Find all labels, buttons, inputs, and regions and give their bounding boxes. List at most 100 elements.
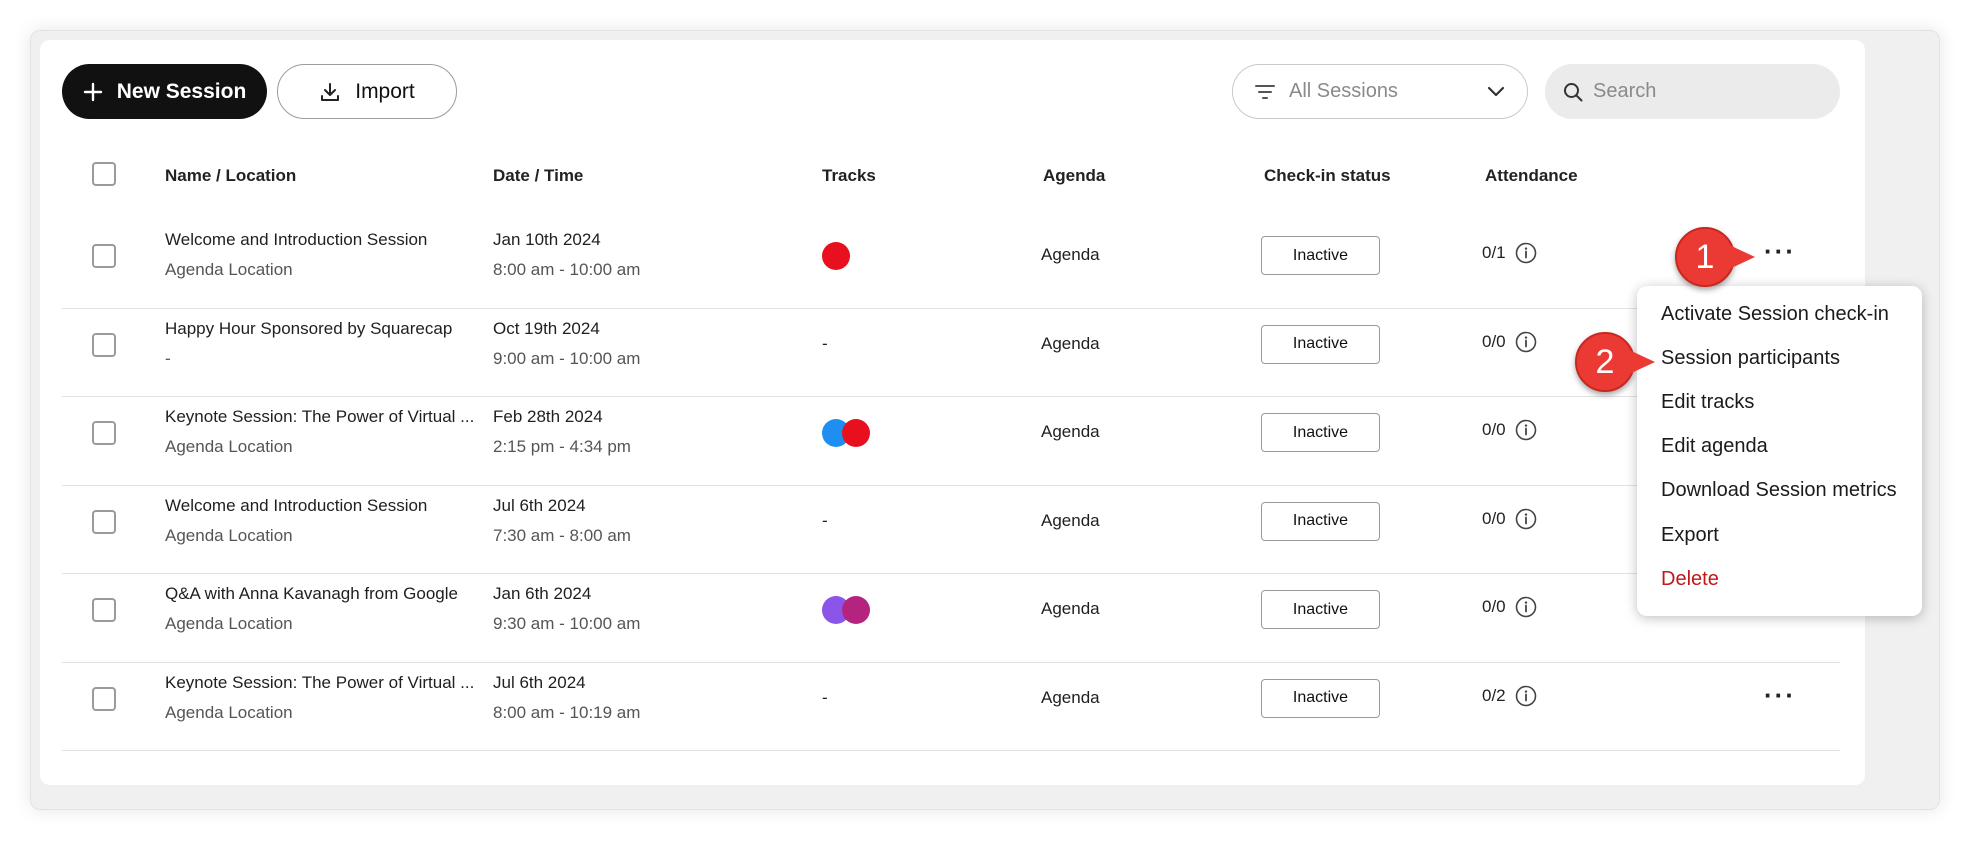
session-date: Jul 6th 2024: [493, 495, 586, 515]
session-name[interactable]: Keynote Session: The Power of Virtual ..…: [165, 673, 474, 693]
session-time: 9:00 am - 10:00 am: [493, 348, 641, 368]
info-icon[interactable]: [1515, 331, 1537, 353]
agenda-link[interactable]: Agenda: [1041, 334, 1100, 354]
row-divider: [62, 484, 1840, 486]
session-name[interactable]: Q&A with Anna Kavanagh from Google: [165, 584, 458, 604]
session-time: 8:00 am - 10:00 am: [493, 260, 641, 279]
session-time: 2:15 pm - 4:34 pm: [493, 437, 631, 456]
track-dot: [842, 596, 870, 624]
info-icon[interactable]: [1515, 685, 1537, 707]
filter-icon: [1255, 84, 1275, 99]
info-icon[interactable]: [1515, 596, 1537, 618]
column-header-checkin[interactable]: Check-in status: [1264, 166, 1391, 186]
attendance: 0/0: [1482, 596, 1537, 618]
agenda-link[interactable]: Agenda: [1041, 245, 1100, 265]
menu-item-export[interactable]: Export: [1661, 524, 1719, 547]
checkin-status-button[interactable]: Inactive: [1261, 590, 1380, 629]
select-all-checkbox[interactable]: [92, 162, 116, 186]
info-icon[interactable]: [1515, 242, 1537, 264]
info-icon[interactable]: [1515, 508, 1537, 530]
session-date: Jul 6th 2024: [493, 672, 586, 692]
download-icon: [321, 82, 340, 101]
attendance-count: 0/1: [1482, 243, 1506, 262]
column-header-attendance[interactable]: Attendance: [1485, 166, 1578, 186]
agenda-link[interactable]: Agenda: [1041, 688, 1100, 708]
row-checkbox[interactable]: [92, 244, 116, 268]
session-location: -: [165, 348, 171, 368]
search-input[interactable]: Search: [1545, 64, 1840, 119]
menu-item-edit-tracks[interactable]: Edit tracks: [1661, 391, 1754, 414]
new-session-label: New Session: [116, 79, 247, 103]
attendance-count: 0/0: [1482, 331, 1506, 351]
filter-value: All Sessions: [1289, 80, 1398, 102]
menu-item-activate-checkin[interactable]: Activate Session check-in: [1661, 303, 1889, 326]
row-checkbox[interactable]: [92, 686, 116, 711]
attendance: 0/0: [1482, 331, 1537, 353]
checkin-status-button[interactable]: Inactive: [1261, 413, 1380, 452]
session-time: 9:30 am - 10:00 am: [493, 614, 641, 633]
tracks-empty: -: [822, 510, 828, 530]
menu-item-session-participants[interactable]: Session participants: [1661, 347, 1840, 370]
session-location: Agenda Location: [165, 437, 293, 456]
row-checkbox[interactable]: [92, 509, 116, 534]
info-icon[interactable]: [1515, 419, 1537, 441]
attendance: 0/0: [1482, 508, 1537, 530]
import-button[interactable]: Import: [277, 64, 457, 119]
attendance: 0/1: [1482, 242, 1537, 264]
session-date: Jan 10th 2024: [493, 230, 601, 249]
attendance: 0/2: [1482, 685, 1537, 707]
row-checkbox[interactable]: [92, 332, 116, 357]
session-date: Feb 28th 2024: [493, 407, 603, 426]
attendance-count: 0/2: [1482, 685, 1506, 705]
menu-item-download-metrics[interactable]: Download Session metrics: [1661, 479, 1897, 502]
search-placeholder: Search: [1593, 80, 1657, 102]
row-checkbox[interactable]: [92, 598, 116, 622]
column-header-agenda[interactable]: Agenda: [1043, 166, 1105, 186]
callout-badge: 2: [1575, 332, 1655, 392]
agenda-link[interactable]: Agenda: [1041, 422, 1100, 442]
agenda-link[interactable]: Agenda: [1041, 511, 1100, 531]
new-session-button[interactable]: New Session: [62, 64, 267, 119]
callout-badge: 1: [1675, 227, 1755, 287]
menu-item-edit-agenda[interactable]: Edit agenda: [1661, 435, 1768, 458]
row-divider: [62, 573, 1840, 574]
attendance-count: 0/0: [1482, 597, 1506, 616]
search-icon: [1564, 82, 1583, 101]
session-time: 7:30 am - 8:00 am: [493, 525, 631, 545]
column-header-date[interactable]: Date / Time: [493, 166, 583, 186]
menu-item-delete[interactable]: Delete: [1661, 568, 1719, 591]
row-divider: [62, 396, 1840, 397]
column-header-name[interactable]: Name / Location: [165, 166, 296, 186]
checkin-status-button[interactable]: Inactive: [1261, 236, 1380, 275]
session-location: Agenda Location: [165, 260, 293, 279]
session-time: 8:00 am - 10:19 am: [493, 702, 641, 722]
session-name[interactable]: Happy Hour Sponsored by Squarecap: [165, 319, 452, 339]
session-location: Agenda Location: [165, 702, 293, 722]
row-divider: [62, 750, 1840, 751]
chevron-down-icon: [1487, 86, 1505, 96]
row-actions-menu-icon[interactable]: ···: [1764, 236, 1796, 267]
session-location: Agenda Location: [165, 614, 293, 633]
session-filter-select[interactable]: All Sessions: [1232, 64, 1528, 119]
row-divider: [62, 307, 1840, 309]
agenda-link[interactable]: Agenda: [1041, 599, 1100, 619]
column-header-tracks[interactable]: Tracks: [822, 166, 876, 186]
checkin-status-button[interactable]: Inactive: [1261, 324, 1380, 364]
attendance-count: 0/0: [1482, 420, 1506, 439]
track-dot: [842, 419, 870, 447]
import-label: Import: [355, 79, 415, 103]
row-actions-menu: Activate Session check-in Session partic…: [1637, 286, 1922, 616]
session-name[interactable]: Welcome and Introduction Session: [165, 496, 427, 516]
session-name[interactable]: Keynote Session: The Power of Virtual ..…: [165, 407, 474, 427]
session-name[interactable]: Welcome and Introduction Session: [165, 230, 427, 250]
session-date: Jan 6th 2024: [493, 584, 592, 603]
attendance: 0/0: [1482, 419, 1537, 441]
row-actions-menu-icon[interactable]: ···: [1764, 680, 1796, 711]
session-location: Agenda Location: [165, 525, 293, 545]
checkin-status-button[interactable]: Inactive: [1261, 678, 1380, 718]
checkin-status-button[interactable]: Inactive: [1261, 501, 1380, 541]
tracks-empty: -: [822, 687, 828, 707]
row-divider: [62, 661, 1840, 663]
attendance-count: 0/0: [1482, 508, 1506, 528]
row-checkbox[interactable]: [92, 421, 116, 445]
